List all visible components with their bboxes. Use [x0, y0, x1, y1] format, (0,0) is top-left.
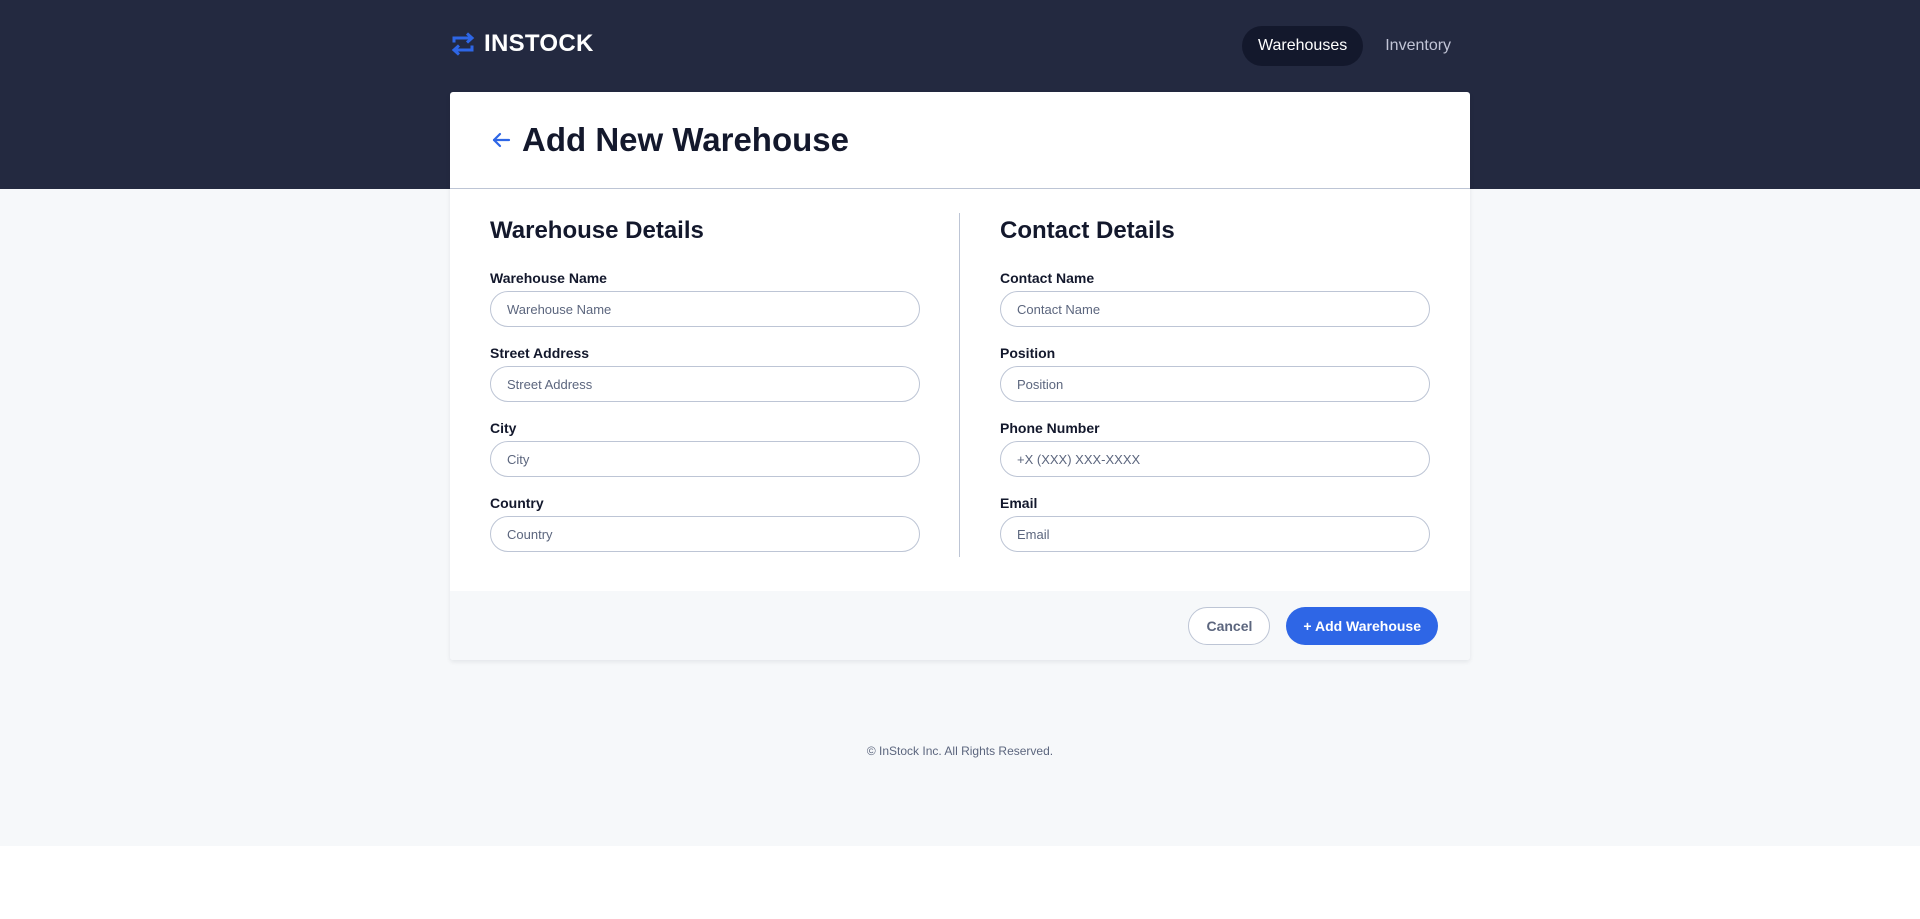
street-address-group: Street Address [490, 345, 920, 402]
country-label: Country [490, 495, 544, 511]
phone-number-input[interactable] [1000, 441, 1430, 477]
country-input[interactable] [490, 516, 920, 552]
contact-details-section: Contact Details Contact Name Position Ph… [1000, 217, 1430, 570]
country-group: Country [490, 495, 920, 552]
contact-name-label: Contact Name [1000, 270, 1095, 286]
add-warehouse-button[interactable]: + Add Warehouse [1286, 606, 1438, 645]
warehouse-name-label: Warehouse Name [490, 270, 607, 286]
brand-name: INSTOCK [484, 30, 594, 57]
warehouse-details-heading: Warehouse Details [490, 217, 704, 244]
contact-name-group: Contact Name [1000, 270, 1430, 327]
form-actions: Cancel + Add Warehouse [450, 591, 1470, 660]
arrow-left-icon[interactable] [490, 129, 512, 151]
phone-number-group: Phone Number [1000, 420, 1430, 477]
street-address-input[interactable] [490, 366, 920, 402]
phone-number-label: Phone Number [1000, 420, 1100, 436]
nav-item-inventory[interactable]: Inventory [1369, 26, 1467, 66]
warehouse-name-input[interactable] [490, 291, 920, 327]
contact-name-input[interactable] [1000, 291, 1430, 327]
city-group: City [490, 420, 920, 477]
footer-copyright: © InStock Inc. All Rights Reserved. [866, 744, 1054, 758]
main-nav: Warehouses Inventory [1242, 26, 1467, 66]
add-warehouse-card: Add New Warehouse Warehouse Details Ware… [450, 92, 1470, 660]
warehouse-name-group: Warehouse Name [490, 270, 920, 327]
nav-item-warehouses[interactable]: Warehouses [1242, 26, 1364, 66]
warehouse-details-section: Warehouse Details Warehouse Name Street … [490, 217, 920, 570]
position-input[interactable] [1000, 366, 1430, 402]
position-group: Position [1000, 345, 1430, 402]
position-label: Position [1000, 345, 1056, 361]
email-group: Email [1000, 495, 1430, 552]
brand-logo[interactable]: INSTOCK [450, 28, 594, 60]
contact-details-heading: Contact Details [1000, 217, 1175, 244]
street-address-label: Street Address [490, 345, 590, 361]
city-input[interactable] [490, 441, 920, 477]
city-label: City [490, 420, 517, 436]
warehouse-form: Warehouse Details Warehouse Name Street … [450, 189, 1470, 591]
page-title: Add New Warehouse [522, 121, 849, 158]
email-label: Email [1000, 495, 1038, 511]
swap-arrows-icon [450, 31, 476, 57]
cancel-button[interactable]: Cancel [1188, 606, 1271, 645]
email-input[interactable] [1000, 516, 1430, 552]
card-header: Add New Warehouse [450, 92, 1470, 189]
section-divider [959, 213, 960, 557]
